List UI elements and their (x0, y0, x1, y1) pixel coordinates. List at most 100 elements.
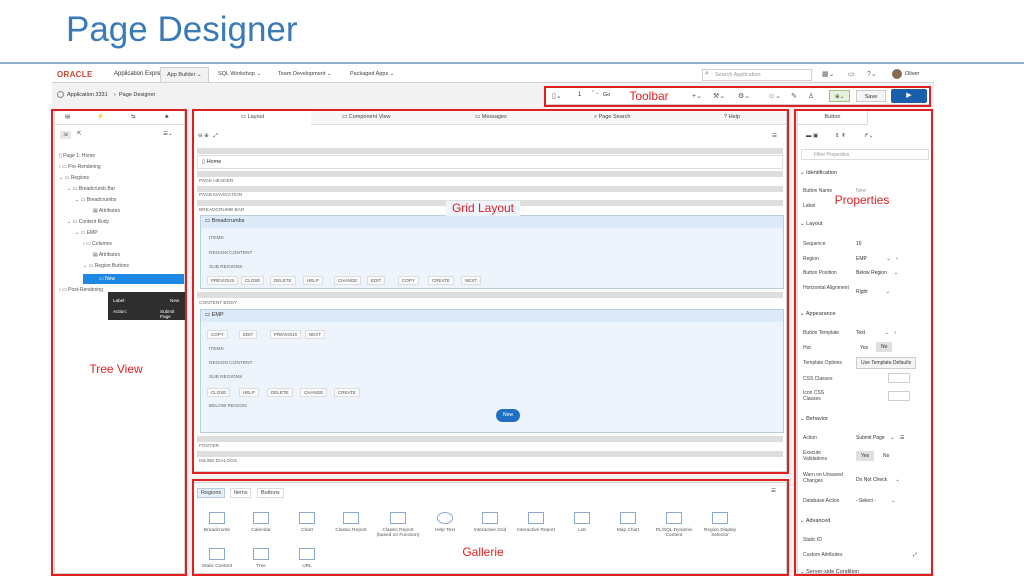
grid-menu-icon[interactable]: ☰ (772, 133, 777, 139)
breadcrumb-bar-position[interactable]: BREADCRUMB BAR (199, 208, 244, 213)
gallery-item-breadcrumb[interactable]: Breadcrumb (194, 512, 240, 533)
footer-position[interactable]: FOOTER (199, 444, 219, 449)
execute-validations-yes[interactable]: Yes (856, 451, 875, 461)
button-help[interactable]: HELP (239, 388, 259, 397)
gallery-tab-regions[interactable]: Regions (197, 488, 226, 498)
tree-item-breadcrumbs[interactable]: ⌄ ▭ Breadcrumbs (75, 197, 116, 203)
run-page-button[interactable]: ▶ (891, 89, 927, 103)
grid-menu-icon[interactable]: ▦⌄ (822, 70, 834, 78)
tree-item-emp[interactable]: ⌄ ▭ EMP (75, 230, 98, 236)
chat-icon[interactable]: ▭ (848, 70, 855, 78)
save-button[interactable]: Save (856, 90, 886, 102)
button-copy[interactable]: COPY (207, 330, 228, 339)
page-stepper-icon[interactable]: ⌃⌄ (591, 90, 599, 96)
tree-item-page[interactable]: ▯ Page 1: Home (59, 153, 95, 159)
button-edit[interactable]: EDIT (367, 276, 386, 285)
add-icon[interactable]: +⌄ (692, 92, 702, 100)
icon-css-classes-input[interactable] (888, 391, 910, 401)
tab-help[interactable]: ? Help (724, 114, 740, 120)
button-close[interactable]: CLOSE (241, 276, 265, 285)
hot-no-option[interactable]: No (876, 342, 893, 352)
template-options-button[interactable]: Use Template Defaults (856, 357, 917, 369)
debug-toggle[interactable]: ⊕⌄ (829, 90, 851, 102)
rendering-tab-icon[interactable]: ▤ (65, 114, 70, 120)
gallery-item-tree[interactable]: Tree (238, 548, 284, 569)
sequence-value[interactable]: 10 (856, 241, 862, 247)
tree-item-columns[interactable]: › ▭ Columns (83, 241, 112, 247)
gallery-item-help-text[interactable]: Help Text (422, 512, 468, 533)
tree-item-region-buttons[interactable]: ⌄ ▭ Region Buttons (83, 263, 129, 269)
gallery-item-interactive-grid[interactable]: Interactive Grid (467, 512, 513, 533)
page-navigation-position[interactable]: PAGE NAVIGATION (199, 193, 242, 198)
page-icon[interactable]: ▯⌄ (552, 92, 562, 100)
tree-item-breadcrumb-bar[interactable]: ⌄ ▭ Breadcrumb Bar (67, 186, 115, 192)
page-row[interactable]: ▯ Home (197, 155, 783, 169)
gallery-item-plsql-dynamic-content[interactable]: PL/SQL Dynamic Content (651, 512, 697, 538)
region-select[interactable]: EMP ⌄ › (856, 256, 898, 262)
button-previous[interactable]: PREVIOUS (270, 330, 302, 339)
below-region-position[interactable]: BELOW REGION (209, 404, 247, 409)
content-body-position[interactable]: CONTENT BODY (199, 301, 237, 306)
items-position[interactable]: ITEMS (209, 347, 224, 352)
section-behavior[interactable]: ⌄ Behavior (800, 416, 930, 422)
properties-toolbar-icons[interactable]: ▬ ▣ ⇕ ⇞ ↱⌄ (806, 133, 873, 139)
section-advanced[interactable]: ⌄ Advanced (800, 518, 930, 524)
processing-tab-icon[interactable]: ⇆ (131, 114, 136, 120)
nav-tab-team-development[interactable]: Team Development ⌄ (272, 67, 338, 82)
button-create[interactable]: CREATE (334, 388, 360, 397)
help-icon[interactable]: ?⌄ (867, 70, 877, 78)
nav-tab-sql-workshop[interactable]: SQL Workshop ⌄ (212, 67, 267, 82)
shared-components-tab-icon[interactable]: ♣ (165, 114, 169, 120)
utilities-icon[interactable]: ⚒⌄ (713, 92, 725, 100)
tree-item-attributes[interactable]: ▤ Attributes (93, 252, 120, 258)
tree-item-pre-rendering[interactable]: › ▭ Pre-Rendering (59, 164, 101, 170)
tree-item-post-rendering[interactable]: › ▭ Post-Rendering (59, 287, 103, 293)
gallery-item-chart[interactable]: Chart (284, 512, 330, 533)
dynamic-actions-tab-icon[interactable]: ⚡ (97, 114, 104, 120)
css-classes-input[interactable] (888, 373, 910, 383)
section-appearance[interactable]: ⌄ Appearance (800, 311, 930, 317)
gallery-tab-buttons[interactable]: Buttons (257, 488, 284, 498)
gallery-item-url[interactable]: URL (284, 548, 330, 569)
new-button[interactable]: New (496, 409, 520, 422)
button-change[interactable]: CHANGE (300, 388, 328, 397)
button-edit[interactable]: EDIT (239, 330, 258, 339)
gallery-item-static-content[interactable]: Static Content (194, 548, 240, 569)
tree-item-regions[interactable]: ⌄ ▭ Regions (59, 175, 89, 181)
tab-component-view[interactable]: ▭ Component View (342, 114, 391, 120)
warn-unsaved-select[interactable]: Do Not Check ⌄ (856, 477, 900, 483)
emp-region[interactable]: ▭ EMP COPY EDIT PREVIOUS NEXT ITEMS REGI… (200, 309, 784, 433)
execute-validations-no[interactable]: No (883, 453, 889, 459)
tab-messages[interactable]: ▭ Messages (475, 114, 507, 120)
page-header-position[interactable]: PAGE HEADER (199, 179, 233, 184)
component-view-toggle[interactable]: ⇲ (60, 131, 71, 139)
gallery-item-classic-report-function[interactable]: Classic Report (based on Function) (375, 512, 421, 538)
inline-dialogs-position[interactable]: INLINE DIALOGS (199, 459, 237, 464)
user-name[interactable]: Oliver (905, 71, 919, 77)
gallery-item-map-chart[interactable]: Map Chart (605, 512, 651, 533)
button-copy[interactable]: COPY (398, 276, 419, 285)
tree-item-new-selected[interactable]: ▭ New (83, 274, 184, 284)
gallery-item-interactive-report[interactable]: Interactive Report (513, 512, 559, 533)
gallery-item-list[interactable]: List (559, 512, 605, 533)
section-server-side-condition[interactable]: ⌄ Server-side Condition (800, 569, 930, 575)
tree-item-content-body[interactable]: ⌄ ▭ Content Body (67, 219, 109, 225)
nav-tab-packaged-apps[interactable]: Packaged Apps ⌄ (344, 67, 400, 82)
custom-attributes-expand-icon[interactable]: ⤢ (913, 552, 917, 558)
zoom-out-icon[interactable]: ⊖ ⊕ ⤢ (198, 133, 218, 140)
gallery-item-region-display-selector[interactable]: Region Display Selector (697, 512, 743, 538)
button-create[interactable]: CREATE (428, 276, 454, 285)
region-content-position[interactable]: REGION CONTENT (209, 361, 252, 366)
button-position-select[interactable]: Below Region ⌄ (856, 270, 898, 276)
shared-components-icon[interactable]: ⚙⌄ (738, 92, 750, 100)
button-next[interactable]: NEXT (461, 276, 482, 285)
button-help[interactable]: HELP (303, 276, 323, 285)
button-delete[interactable]: DELETE (270, 276, 296, 285)
search-input[interactable]: Search Application (702, 69, 812, 81)
breadcrumbs-region[interactable]: ▭ Breadcrumbs ITEMS REGION CONTENT SUB R… (200, 215, 784, 289)
gallery-tab-items[interactable]: Items (230, 488, 252, 498)
hot-yes-option[interactable]: Yes (860, 345, 868, 351)
button-template-select[interactable]: Text ⌄ › (856, 330, 896, 336)
region-content-position[interactable]: REGION CONTENT (209, 251, 252, 256)
group-view-toggle[interactable]: ⇱ (77, 131, 82, 137)
